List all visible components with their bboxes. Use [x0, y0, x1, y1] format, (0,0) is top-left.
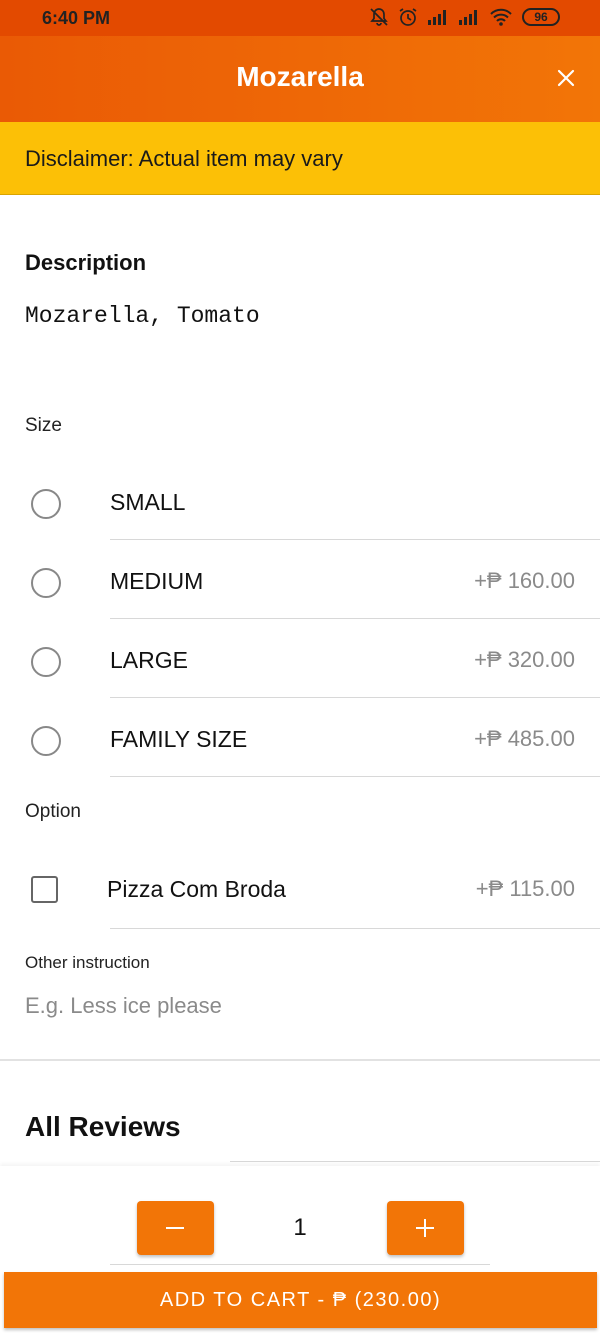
decrease-quantity-button[interactable] [137, 1201, 214, 1255]
size-option-price: +₱ 485.00 [474, 726, 575, 751]
muted-bell-icon [370, 8, 388, 26]
bottom-panel: 1 ADD TO CART - ₱ (230.00) [0, 1166, 600, 1333]
status-time: 6:40 PM [42, 8, 111, 28]
signal-icon [428, 10, 446, 25]
size-option-small[interactable]: SMALL [0, 461, 600, 540]
size-option-large[interactable]: LARGE +₱ 320.00 [0, 619, 600, 698]
option-item-price: +₱ 115.00 [475, 876, 575, 901]
disclaimer-banner: Disclaimer: Actual item may vary [0, 122, 600, 195]
size-option-price: +₱ 160.00 [474, 568, 575, 593]
quantity-value: 1 [293, 1214, 307, 1241]
radio-button[interactable] [31, 647, 61, 677]
radio-button[interactable] [31, 726, 61, 756]
status-bar: 6:40 PM 96 [0, 0, 600, 36]
increase-quantity-button[interactable] [387, 1201, 464, 1255]
size-option-label: LARGE [110, 647, 188, 673]
signal-icon-2 [459, 10, 477, 25]
option-label: Option [25, 801, 81, 822]
description-text: Mozarella, Tomato [25, 303, 260, 329]
size-option-label: FAMILY SIZE [110, 726, 248, 752]
size-option-label: SMALL [110, 489, 186, 515]
add-to-cart-button[interactable]: ADD TO CART - ₱ (230.00) [4, 1272, 597, 1328]
wifi-icon [490, 8, 512, 26]
other-instruction-label: Other instruction [25, 953, 150, 972]
divider [110, 928, 600, 929]
divider [110, 776, 600, 777]
size-option-family[interactable]: FAMILY SIZE +₱ 485.00 [0, 698, 600, 777]
plus-icon [416, 1219, 434, 1237]
reviews-heading: All Reviews [25, 1111, 181, 1142]
size-label: Size [25, 415, 62, 436]
option-item-pizza-com-broda[interactable]: Pizza Com Broda +₱ 115.00 [0, 848, 600, 929]
status-icons: 96 [369, 7, 560, 27]
divider [110, 1264, 490, 1265]
alarm-icon [399, 8, 417, 26]
radio-button[interactable] [31, 568, 61, 598]
size-option-medium[interactable]: MEDIUM +₱ 160.00 [0, 540, 600, 619]
app-bar: Mozarella [0, 36, 600, 122]
battery-icon: 96 [522, 8, 560, 26]
close-button[interactable] [554, 66, 578, 90]
checkbox[interactable] [31, 876, 58, 903]
other-instruction-input[interactable] [25, 990, 575, 1022]
minus-icon [166, 1227, 184, 1229]
size-option-price: +₱ 320.00 [474, 647, 575, 672]
divider [230, 1161, 600, 1162]
divider [0, 1059, 600, 1061]
radio-button[interactable] [31, 489, 61, 519]
page-title: Mozarella [236, 61, 364, 92]
disclaimer-text: Disclaimer: Actual item may vary [25, 146, 343, 171]
close-icon [557, 69, 575, 87]
size-option-label: MEDIUM [110, 568, 204, 594]
option-item-label: Pizza Com Broda [107, 876, 286, 902]
description-heading: Description [25, 250, 147, 275]
